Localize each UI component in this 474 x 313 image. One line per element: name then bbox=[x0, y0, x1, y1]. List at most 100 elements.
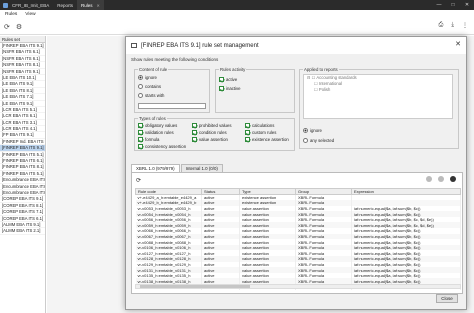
checkbox-label: obligatory values bbox=[145, 123, 178, 128]
option-any-selected[interactable]: any selected bbox=[303, 138, 334, 143]
checkbox-label: existence assertion bbox=[252, 137, 289, 142]
checkbox-validation-rules[interactable]: validation rules bbox=[138, 130, 174, 135]
table-cell: v+-e4429_b_h:emtable_e4429_b bbox=[135, 200, 202, 206]
checkbox[interactable] bbox=[138, 123, 143, 128]
rule-set-dialog: [FINREP EBA ITS 9.1] rule set management… bbox=[125, 36, 467, 310]
tab-label: Reports bbox=[57, 2, 74, 8]
radio[interactable] bbox=[138, 93, 143, 98]
more-icon[interactable]: ⋮ bbox=[462, 22, 468, 29]
checkbox-calculations[interactable]: calculations bbox=[245, 123, 274, 128]
checkbox-active[interactable]: active bbox=[219, 77, 237, 82]
tree-node-polish[interactable]: ☐ Polish bbox=[304, 87, 452, 93]
radio[interactable] bbox=[138, 84, 143, 89]
rules-tab-panel: ⟳ Rule code Status Type Group Expression… bbox=[131, 172, 463, 294]
refresh-icon[interactable]: ⟳ bbox=[4, 23, 10, 31]
content-of-rule-group: Content of rule ignore contains starts w… bbox=[134, 67, 210, 113]
table-row[interactable]: vr-v0106_h:emtable_v0106_h active value as… bbox=[135, 244, 461, 251]
action-icon[interactable] bbox=[438, 176, 444, 182]
dialog-title-bar: [FINREP EBA ITS 9.1] rule set management bbox=[126, 37, 466, 54]
checkbox-inactive[interactable]: inactive bbox=[219, 86, 241, 91]
check-icon[interactable] bbox=[450, 176, 456, 182]
checkbox[interactable] bbox=[245, 130, 250, 135]
checkbox-label: active bbox=[226, 77, 238, 82]
table-row[interactable]: vr-v0053_h:emtable_v0053_h active value as… bbox=[135, 205, 461, 212]
option-ignore[interactable]: ignore bbox=[138, 75, 157, 80]
radio[interactable] bbox=[138, 75, 143, 80]
checkbox-custom-rules[interactable]: custom rules bbox=[245, 130, 276, 135]
print-icon[interactable]: ⎙ bbox=[439, 22, 444, 29]
option-contains[interactable]: contains bbox=[138, 84, 161, 89]
applied-to-reports-group: Applied to reports ⊟ ☐ Accounting standa… bbox=[299, 67, 459, 149]
close-window-button[interactable]: ✕ bbox=[460, 2, 474, 8]
minimize-button[interactable]: — bbox=[432, 2, 446, 8]
checkbox[interactable] bbox=[245, 137, 250, 142]
checkbox-existence-assertion[interactable]: existence assertion bbox=[245, 137, 289, 142]
refresh-icon[interactable]: ⟳ bbox=[136, 177, 141, 184]
dialog-close-icon[interactable]: ✕ bbox=[455, 40, 461, 48]
rule-tabs: XBRL 1.0 (979/979) Internal 1.0 (0/0) bbox=[131, 164, 224, 172]
checkbox-consistency-assertion[interactable]: consistency assertion bbox=[138, 144, 186, 149]
action-icon[interactable] bbox=[426, 176, 432, 182]
checkbox[interactable] bbox=[192, 130, 197, 135]
checkbox-obligatory-values[interactable]: obligatory values bbox=[138, 123, 177, 128]
maximize-button[interactable]: □ bbox=[446, 2, 460, 8]
reports-tree[interactable]: ⊟ ☐ Accounting standards ☐ International… bbox=[303, 74, 453, 119]
checkbox[interactable] bbox=[219, 86, 224, 91]
table-row[interactable]: vr-v0066_h:emtable_v0066_h active value as… bbox=[135, 228, 461, 234]
table-row[interactable]: vr-v0129_h:emtable_v0129_h active value as… bbox=[135, 261, 461, 268]
checkbox-label: condition rules bbox=[199, 130, 227, 135]
checkbox-label: formula bbox=[145, 137, 160, 142]
table-row[interactable]: vr-v0059_h:emtable_v0059_h active value as… bbox=[135, 222, 461, 229]
table-row[interactable]: vr-v0088_h:emtable_v0088_h active value as… bbox=[135, 239, 461, 245]
table-row[interactable]: vr-v0127_h:emtable_v0127_h active value as… bbox=[135, 250, 461, 257]
checkbox[interactable] bbox=[138, 137, 143, 142]
group-label: Types of rules bbox=[138, 116, 167, 121]
checkbox-label: consistency assertion bbox=[145, 144, 187, 149]
option-reports-ignore[interactable]: ignore bbox=[303, 128, 322, 133]
toolbar: ⟳ ⚙ bbox=[0, 19, 474, 35]
rule-content-input[interactable] bbox=[138, 103, 206, 109]
group-label: Content of rule bbox=[138, 67, 169, 72]
table-row[interactable]: vr-v0054_h:emtable_v0054_h active value as… bbox=[135, 211, 461, 217]
checkbox-label: custom rules bbox=[252, 130, 277, 135]
table-row[interactable]: vr-v0128_h:emtable_v0128_h active value as… bbox=[135, 256, 461, 262]
scrollbar-thumb[interactable] bbox=[140, 285, 250, 288]
download-icon[interactable]: ⤓ bbox=[451, 22, 454, 29]
checkbox[interactable] bbox=[138, 144, 143, 149]
checkbox[interactable] bbox=[138, 130, 143, 135]
checkbox-formula[interactable]: formula bbox=[138, 137, 159, 142]
horizontal-scrollbar[interactable] bbox=[135, 284, 461, 289]
option-starts-with[interactable]: starts with bbox=[138, 93, 164, 98]
radio[interactable] bbox=[303, 138, 308, 143]
rules-activity-group: Rules activity active inactive bbox=[215, 67, 295, 113]
option-label: contains bbox=[145, 84, 162, 89]
title-bar: CFR_IB_Imit_EBA Reports Rules ✕ — □ ✕ bbox=[0, 0, 474, 10]
option-label: ignore bbox=[310, 128, 322, 133]
tab-reports[interactable]: Reports bbox=[53, 0, 77, 10]
radio[interactable] bbox=[303, 128, 308, 133]
tab-rules[interactable]: Rules ✕ bbox=[77, 0, 104, 10]
checkbox[interactable] bbox=[192, 123, 197, 128]
close-tab-icon[interactable]: ✕ bbox=[97, 3, 100, 8]
menu-rules[interactable]: Rules bbox=[5, 12, 17, 17]
checkbox-prohibited-values[interactable]: prohibited values bbox=[192, 123, 232, 128]
close-button[interactable]: Close bbox=[436, 294, 458, 303]
settings-icon[interactable]: ⚙ bbox=[16, 23, 22, 31]
table-row[interactable]: vr-v0131_h:emtable_v0131_h active value as… bbox=[135, 267, 461, 273]
table-row[interactable]: vr-v0135_h:emtable_v0135_h active value as… bbox=[135, 272, 461, 279]
rule-set-item[interactable]: [ALMM EBA ITS 2.1] bbox=[0, 228, 45, 235]
checkbox[interactable] bbox=[219, 77, 224, 82]
checkbox[interactable] bbox=[245, 123, 250, 128]
table-actions bbox=[426, 176, 456, 182]
checkbox-value-assertion[interactable]: value assertion bbox=[192, 137, 228, 142]
checkbox-condition-rules[interactable]: condition rules bbox=[192, 130, 227, 135]
rules-table: Rule code Status Type Group Expression v… bbox=[135, 188, 461, 290]
table-row[interactable]: vr-v0067_h:emtable_v0067_h active value as… bbox=[135, 233, 461, 240]
table-row[interactable]: vr-v0056_h:emtable_v0056_h active value as… bbox=[135, 216, 461, 223]
tab-xbrl[interactable]: XBRL 1.0 (979/979) bbox=[131, 164, 180, 172]
tab-cfr[interactable]: CFR_IB_Imit_EBA bbox=[8, 0, 53, 10]
menu-view[interactable]: View bbox=[25, 12, 35, 17]
checkbox[interactable] bbox=[192, 137, 197, 142]
tab-internal[interactable]: Internal 1.0 (0/0) bbox=[180, 164, 223, 172]
checkbox-label: value assertion bbox=[199, 137, 228, 142]
